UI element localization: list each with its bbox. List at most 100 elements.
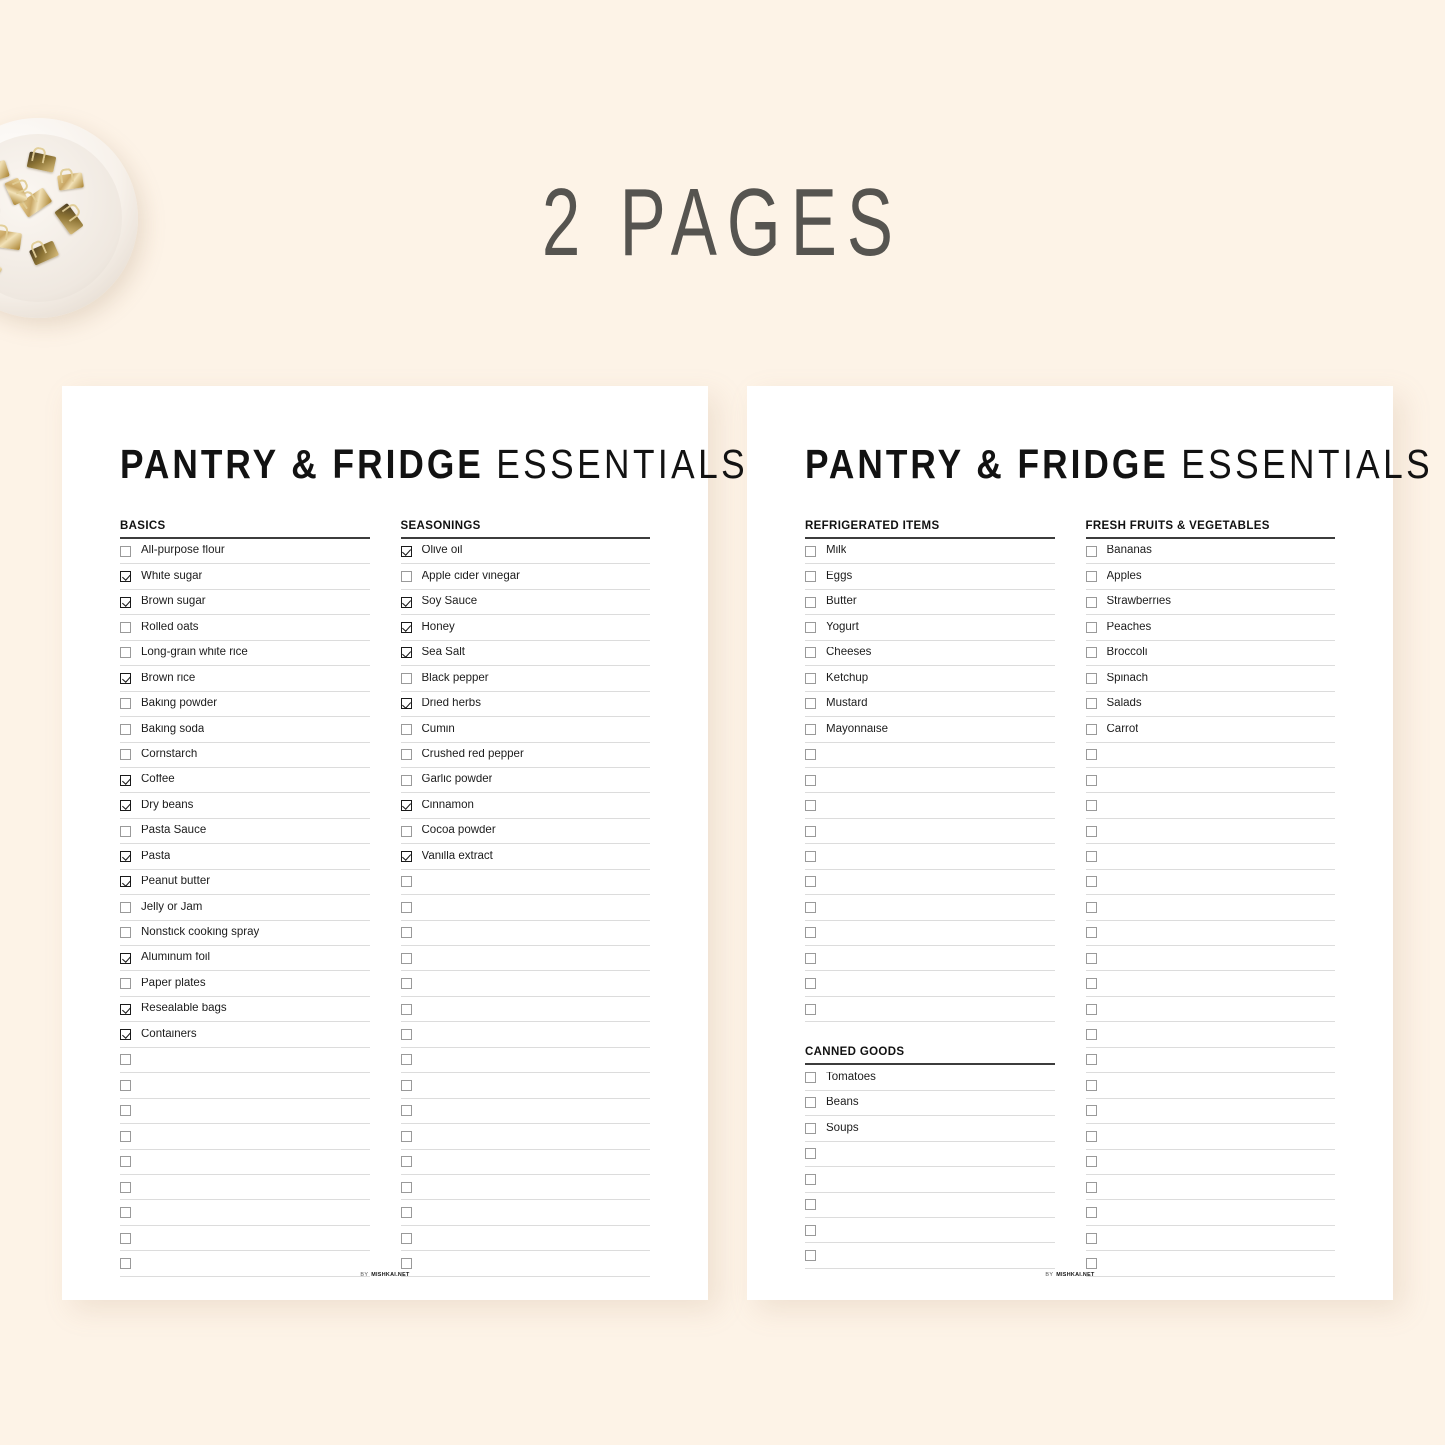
checklist-row[interactable] — [805, 819, 1055, 845]
checklist-row[interactable] — [400, 1226, 650, 1252]
checkbox-checked-icon[interactable] — [400, 596, 412, 608]
checkbox-icon[interactable] — [400, 1003, 412, 1015]
checkbox-icon[interactable] — [1085, 952, 1097, 964]
checkbox-icon[interactable] — [400, 952, 412, 964]
checklist-row[interactable] — [1085, 1022, 1335, 1048]
checkbox-icon[interactable] — [1085, 723, 1097, 735]
checkbox-icon[interactable] — [1085, 1207, 1097, 1219]
checkbox-checked-icon[interactable] — [120, 1029, 131, 1041]
checkbox-icon[interactable] — [805, 927, 816, 939]
checklist-row[interactable] — [805, 1193, 1055, 1218]
checkbox-icon[interactable] — [120, 978, 131, 990]
checkbox-checked-icon[interactable] — [400, 622, 412, 634]
checklist-row[interactable] — [120, 1226, 370, 1252]
checklist-row[interactable] — [1085, 1099, 1335, 1125]
checkbox-icon[interactable] — [400, 876, 412, 888]
checklist-row[interactable] — [1085, 870, 1335, 896]
checklist-row[interactable] — [1085, 1175, 1335, 1201]
checkbox-icon[interactable] — [805, 749, 816, 761]
checkbox-icon[interactable] — [400, 1130, 412, 1142]
checklist-row[interactable] — [805, 1142, 1055, 1168]
checklist-row[interactable] — [120, 1150, 370, 1175]
checkbox-icon[interactable] — [1085, 927, 1097, 939]
checklist-row[interactable] — [1085, 768, 1335, 794]
checkbox-icon[interactable] — [400, 1105, 412, 1117]
checkbox-icon[interactable] — [1085, 1181, 1097, 1193]
checkbox-icon[interactable] — [805, 1199, 816, 1211]
checklist-row[interactable]: Salads — [1085, 692, 1335, 718]
checkbox-icon[interactable] — [1085, 698, 1097, 710]
checklist-row[interactable] — [400, 946, 650, 972]
checklist-row[interactable] — [120, 1073, 370, 1099]
checkbox-icon[interactable] — [120, 1130, 131, 1142]
checklist-row[interactable] — [120, 1124, 370, 1150]
checklist-row[interactable]: Soy Sauce — [400, 590, 650, 616]
checkbox-icon[interactable] — [120, 545, 131, 557]
checkbox-icon[interactable] — [1085, 1054, 1097, 1066]
checklist-row[interactable]: Cornstarch — [120, 743, 370, 768]
checkbox-checked-icon[interactable] — [120, 850, 131, 862]
checklist-row[interactable] — [400, 895, 650, 921]
checklist-row[interactable] — [805, 844, 1055, 870]
checkbox-checked-icon[interactable] — [400, 800, 412, 812]
checkbox-icon[interactable] — [805, 622, 816, 634]
checkbox-icon[interactable] — [805, 1003, 816, 1015]
checklist-row[interactable]: Pasta — [120, 844, 370, 870]
checklist-row[interactable]: Peanut butter — [120, 870, 370, 896]
checkbox-icon[interactable] — [120, 1181, 131, 1193]
checkbox-icon[interactable] — [1085, 1156, 1097, 1168]
checkbox-icon[interactable] — [120, 698, 131, 710]
checkbox-icon[interactable] — [120, 1105, 131, 1117]
checklist-row[interactable] — [1085, 819, 1335, 845]
checkbox-icon[interactable] — [120, 1207, 131, 1219]
checklist-row[interactable] — [1085, 921, 1335, 946]
checkbox-icon[interactable] — [120, 1232, 131, 1244]
checklist-row[interactable] — [805, 921, 1055, 946]
checklist-row[interactable] — [805, 971, 1055, 997]
checklist-row[interactable]: Mustard — [805, 692, 1055, 718]
checklist-row[interactable]: Cocoa powder — [400, 819, 650, 845]
checklist-row[interactable] — [1085, 1150, 1335, 1175]
checkbox-checked-icon[interactable] — [400, 698, 412, 710]
checklist-row[interactable] — [805, 1167, 1055, 1193]
checklist-row[interactable]: Dry beans — [120, 793, 370, 819]
checkbox-icon[interactable] — [400, 774, 412, 786]
checklist-row[interactable] — [120, 1200, 370, 1226]
checklist-row[interactable]: Peaches — [1085, 615, 1335, 641]
checkbox-checked-icon[interactable] — [400, 647, 412, 659]
checklist-row[interactable] — [1085, 946, 1335, 972]
checkbox-icon[interactable] — [1085, 596, 1097, 608]
checklist-row[interactable]: Tomatoes — [805, 1065, 1055, 1091]
checkbox-icon[interactable] — [805, 1097, 816, 1109]
checklist-row[interactable] — [1085, 1200, 1335, 1226]
checklist-row[interactable]: Pasta Sauce — [120, 819, 370, 845]
checkbox-icon[interactable] — [805, 825, 816, 837]
checklist-row[interactable] — [400, 1073, 650, 1099]
checkbox-checked-icon[interactable] — [120, 774, 131, 786]
checklist-row[interactable]: Beans — [805, 1091, 1055, 1117]
checklist-row[interactable]: Mayonnaise — [805, 717, 1055, 743]
checkbox-checked-icon[interactable] — [120, 672, 131, 684]
checklist-row[interactable] — [1085, 844, 1335, 870]
checklist-row[interactable] — [1085, 743, 1335, 768]
checkbox-icon[interactable] — [805, 647, 816, 659]
checklist-row[interactable]: Milk — [805, 539, 1055, 565]
checkbox-icon[interactable] — [400, 1232, 412, 1244]
checklist-row[interactable] — [1085, 1124, 1335, 1150]
checkbox-checked-icon[interactable] — [120, 952, 131, 964]
checklist-row[interactable]: Baking powder — [120, 692, 370, 718]
checkbox-icon[interactable] — [400, 1079, 412, 1091]
checklist-row[interactable]: Yogurt — [805, 615, 1055, 641]
checklist-row[interactable]: Apple cider vinegar — [400, 564, 650, 590]
checklist-row[interactable] — [400, 1022, 650, 1048]
checkbox-icon[interactable] — [400, 1054, 412, 1066]
checklist-row[interactable] — [400, 1124, 650, 1150]
checklist-row[interactable]: Baking soda — [120, 717, 370, 743]
checklist-row[interactable] — [805, 1218, 1055, 1244]
checklist-row[interactable] — [400, 1175, 650, 1201]
checkbox-icon[interactable] — [1085, 825, 1097, 837]
checkbox-icon[interactable] — [1085, 876, 1097, 888]
checkbox-icon[interactable] — [120, 1054, 131, 1066]
checklist-row[interactable] — [1085, 1048, 1335, 1074]
checklist-row[interactable]: Nonstick cooking spray — [120, 921, 370, 946]
